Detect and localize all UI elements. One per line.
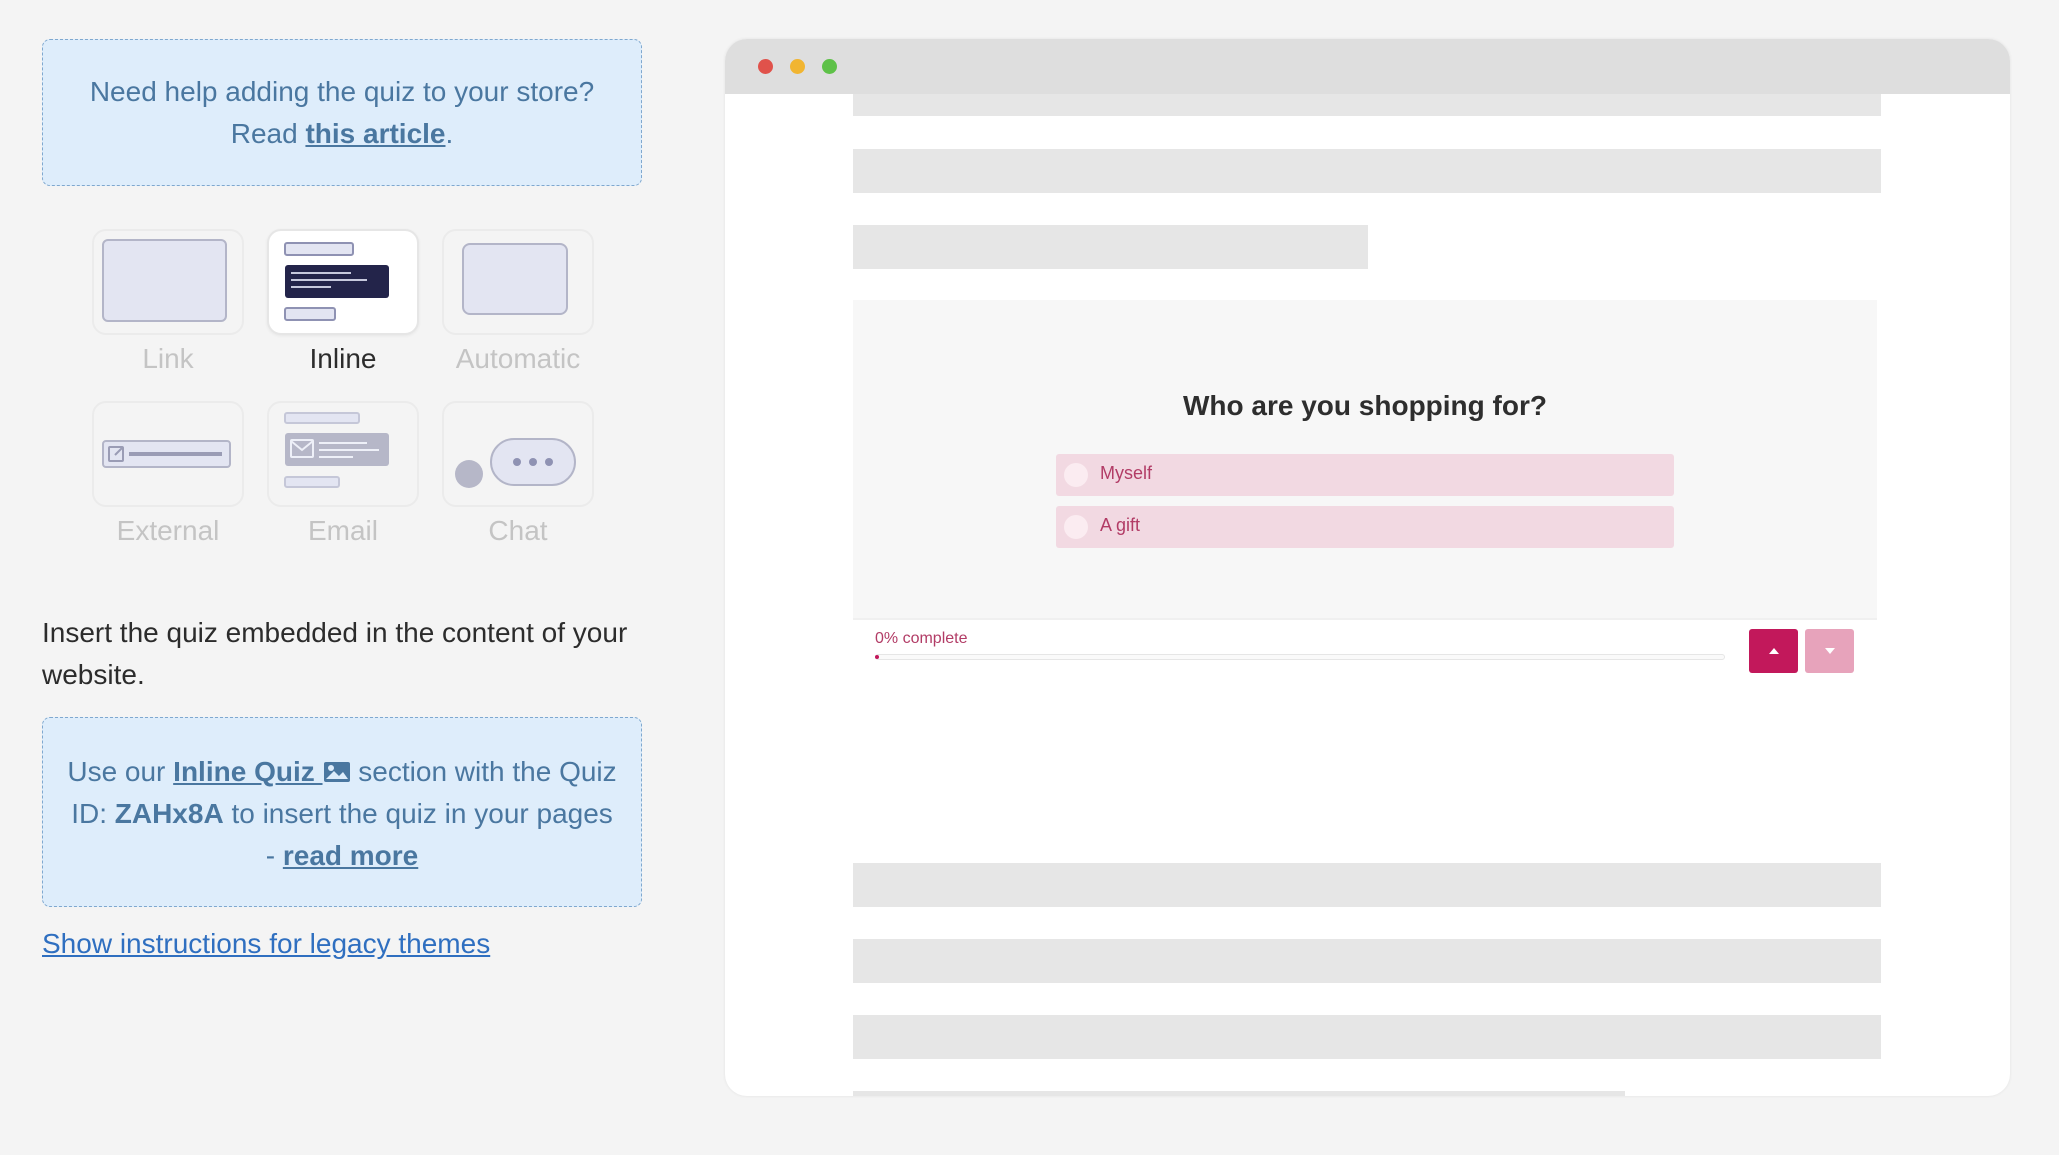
display-type-email[interactable]: Email xyxy=(267,401,419,547)
external-link-icon xyxy=(102,440,231,468)
quiz-question: Who are you shopping for? xyxy=(1183,390,1547,421)
answer-radio xyxy=(1064,515,1088,539)
read-more-link[interactable]: read more xyxy=(283,840,418,871)
help-info-box: Need help adding the quiz to your store?… xyxy=(42,39,642,186)
help-text-line2: Read this article. xyxy=(43,113,641,155)
type-card-external xyxy=(92,401,244,507)
help-read-prefix: Read xyxy=(230,118,306,149)
inline-embed-icon xyxy=(284,242,389,321)
image-icon xyxy=(323,762,350,782)
placeholder-line xyxy=(853,939,1881,983)
type-label-email: Email xyxy=(307,515,378,546)
answer-label: Myself xyxy=(1100,463,1153,483)
answer-label: A gift xyxy=(1100,515,1141,535)
display-type-selector: Link Inline Automatic External Email Cha… xyxy=(92,229,602,559)
type-label-automatic: Automatic xyxy=(455,343,581,374)
display-type-description: Insert the quiz embedded in the content … xyxy=(42,617,628,690)
display-type-link[interactable]: Link xyxy=(92,229,244,375)
display-type-external[interactable]: External xyxy=(92,401,244,547)
progress-label: 0% complete xyxy=(875,630,968,647)
previous-question-button[interactable] xyxy=(1749,629,1798,673)
type-label-external: External xyxy=(116,515,220,546)
quiz-id: ZAHx8A xyxy=(114,798,224,829)
quiz-progress-strip: 0% complete xyxy=(853,618,1877,680)
type-card-inline xyxy=(267,229,419,335)
display-type-chat[interactable]: Chat xyxy=(442,401,594,547)
window-minimize-dot xyxy=(790,59,805,74)
browser-preview-window: Who are you shopping for? Myself A gift … xyxy=(725,39,2010,1096)
type-label-inline: Inline xyxy=(309,343,377,374)
inline-quiz-section-link[interactable]: Inline Quiz xyxy=(173,756,350,787)
placeholder-line xyxy=(853,863,1881,907)
embed-prefix: Use our xyxy=(67,756,174,787)
help-text-line1: Need help adding the quiz to your store? xyxy=(89,76,595,107)
browser-titlebar xyxy=(725,39,2010,94)
placeholder-line xyxy=(853,1091,1625,1096)
type-card-chat xyxy=(442,401,594,507)
placeholder-line xyxy=(853,149,1881,193)
embed-instructions-box: Use our Inline Quiz section with the Qui… xyxy=(42,717,642,907)
display-type-inline[interactable]: Inline xyxy=(267,229,419,375)
progress-fill xyxy=(875,655,879,659)
triangle-down-icon xyxy=(1824,648,1835,654)
answer-radio xyxy=(1064,463,1088,487)
popup-card-icon xyxy=(462,243,568,315)
type-label-link: Link xyxy=(142,343,194,374)
window-close-dot xyxy=(758,59,773,74)
answer-option[interactable]: A gift xyxy=(1056,506,1674,548)
this-article-link[interactable]: this article xyxy=(305,118,445,149)
email-embed-icon xyxy=(284,412,389,488)
quiz-embed-preview: Who are you shopping for? Myself A gift … xyxy=(853,300,1877,680)
type-label-chat: Chat xyxy=(488,515,548,546)
type-card-email xyxy=(267,401,419,507)
type-card-link xyxy=(92,229,244,335)
legacy-themes-link[interactable]: Show instructions for legacy themes xyxy=(42,928,490,960)
next-question-button[interactable] xyxy=(1805,629,1854,673)
inline-quiz-link-text: Inline Quiz xyxy=(173,756,323,787)
display-type-automatic[interactable]: Automatic xyxy=(442,229,594,375)
answer-option[interactable]: Myself xyxy=(1056,454,1674,496)
link-card-icon xyxy=(102,239,227,322)
window-maximize-dot xyxy=(822,59,837,74)
type-card-automatic xyxy=(442,229,594,335)
chat-bubble-icon xyxy=(455,438,576,488)
help-suffix: . xyxy=(445,118,454,149)
placeholder-line xyxy=(853,94,1881,116)
progress-bar xyxy=(875,654,1725,660)
placeholder-line xyxy=(853,1015,1881,1059)
triangle-up-icon xyxy=(1768,648,1779,654)
placeholder-line xyxy=(853,225,1368,269)
